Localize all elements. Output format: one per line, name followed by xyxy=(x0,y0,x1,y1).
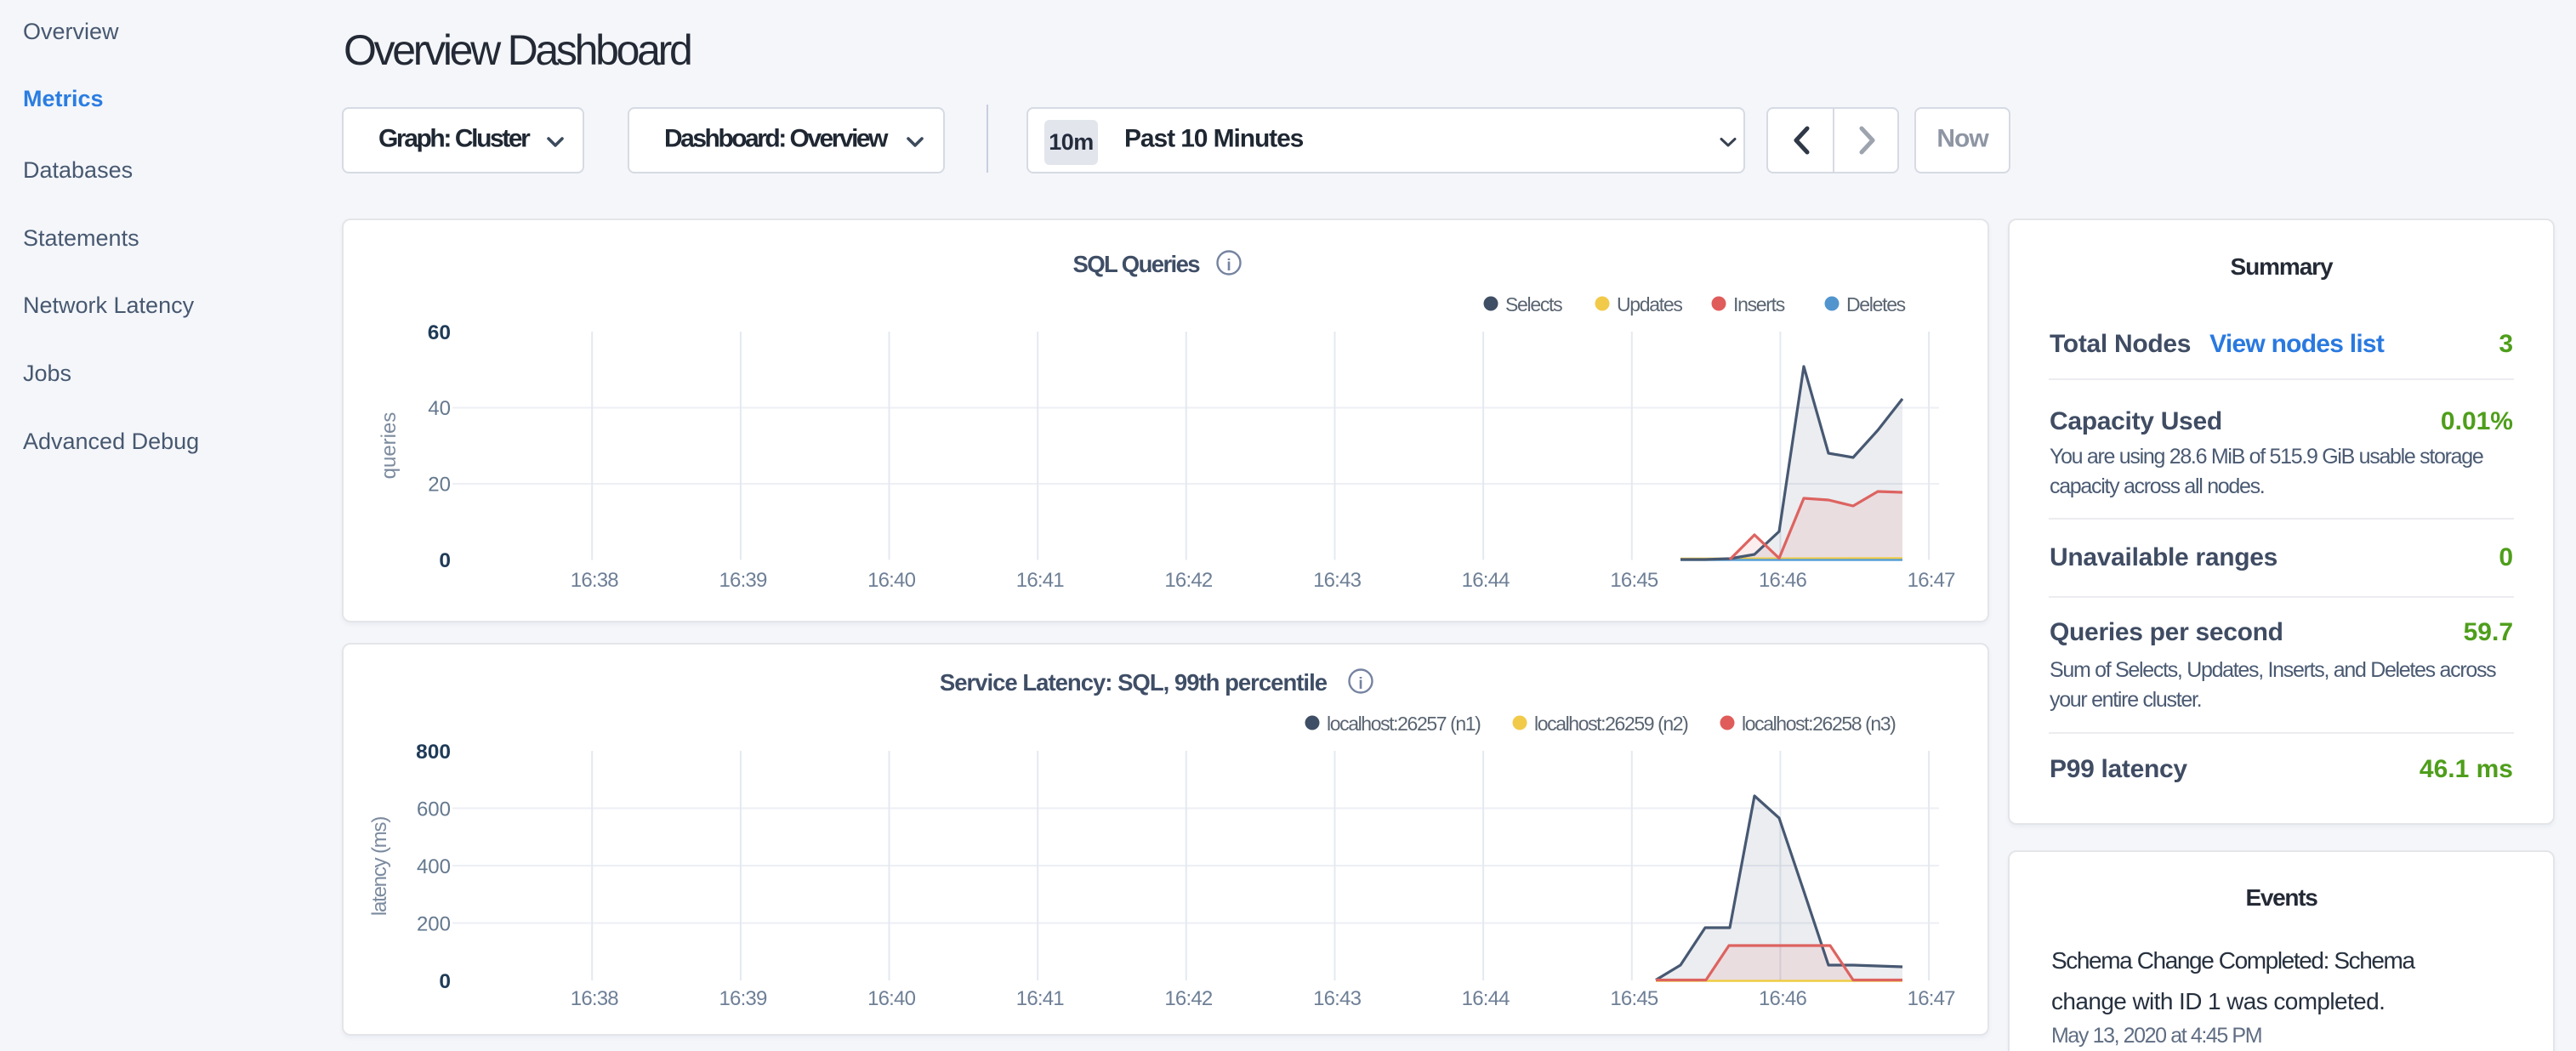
svg-text:16:46: 16:46 xyxy=(1759,569,1807,592)
svg-text:16:38: 16:38 xyxy=(571,569,619,592)
svg-text:400: 400 xyxy=(417,855,451,878)
svg-text:60: 60 xyxy=(428,321,451,344)
svg-text:200: 200 xyxy=(417,913,451,936)
svg-text:localhost:26259 (n2): localhost:26259 (n2) xyxy=(1534,713,1688,735)
svg-text:0: 0 xyxy=(439,970,451,993)
svg-text:16:42: 16:42 xyxy=(1164,987,1213,1010)
svg-text:i: i xyxy=(1358,675,1362,693)
svg-text:16:46: 16:46 xyxy=(1759,987,1807,1010)
svg-text:16:38: 16:38 xyxy=(571,987,619,1010)
svg-text:localhost:26258 (n3): localhost:26258 (n3) xyxy=(1742,713,1896,735)
svg-text:20: 20 xyxy=(428,474,451,497)
svg-text:0: 0 xyxy=(439,549,451,572)
svg-text:600: 600 xyxy=(417,798,451,821)
svg-text:16:44: 16:44 xyxy=(1462,987,1510,1010)
svg-text:Selects: Selects xyxy=(1505,293,1562,315)
svg-text:16:47: 16:47 xyxy=(1908,987,1956,1010)
svg-text:SQL Queries: SQL Queries xyxy=(1073,251,1201,277)
svg-text:16:43: 16:43 xyxy=(1313,987,1362,1010)
svg-text:40: 40 xyxy=(428,397,451,420)
svg-text:latency (ms): latency (ms) xyxy=(368,817,391,916)
svg-text:16:41: 16:41 xyxy=(1016,987,1065,1010)
svg-text:Deletes: Deletes xyxy=(1846,293,1906,315)
svg-text:800: 800 xyxy=(416,741,451,764)
svg-text:16:45: 16:45 xyxy=(1610,987,1658,1010)
svg-text:16:39: 16:39 xyxy=(719,987,767,1010)
svg-text:16:47: 16:47 xyxy=(1908,569,1956,592)
svg-text:16:39: 16:39 xyxy=(719,569,767,592)
svg-text:16:40: 16:40 xyxy=(867,569,916,592)
svg-text:i: i xyxy=(1226,257,1231,275)
svg-text:16:45: 16:45 xyxy=(1610,569,1658,592)
svg-text:localhost:26257 (n1): localhost:26257 (n1) xyxy=(1327,713,1481,735)
svg-text:16:43: 16:43 xyxy=(1313,569,1362,592)
svg-text:Service Latency: SQL, 99th per: Service Latency: SQL, 99th percentile xyxy=(940,669,1328,696)
svg-text:16:41: 16:41 xyxy=(1016,569,1065,592)
svg-text:16:42: 16:42 xyxy=(1164,569,1213,592)
svg-text:queries: queries xyxy=(378,412,401,480)
svg-text:Updates: Updates xyxy=(1617,293,1682,315)
svg-text:Inserts: Inserts xyxy=(1733,293,1785,315)
svg-text:16:40: 16:40 xyxy=(867,987,916,1010)
svg-text:16:44: 16:44 xyxy=(1462,569,1510,592)
